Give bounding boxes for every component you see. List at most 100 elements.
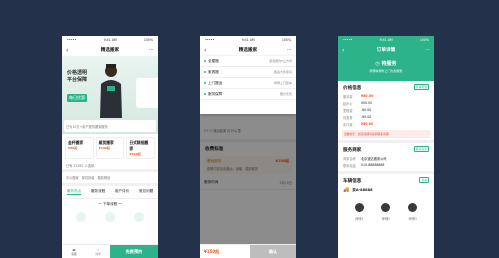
tag-row: 平价搬家 家具拆装 搬前规划: [62, 172, 158, 183]
status-bar: ••••• 9:41 AM 100%: [62, 36, 158, 44]
back-icon[interactable]: ‹: [342, 47, 344, 54]
step-icon: [75, 212, 86, 222]
book-button[interactable]: 免费预约: [110, 245, 158, 258]
clock: 9:41 AM: [103, 38, 117, 42]
crew-member[interactable]: 师傅2: [381, 197, 391, 221]
option-item[interactable]: 家具搬 搬运大件家具: [200, 67, 296, 78]
page-title: 精选搬家: [100, 48, 120, 53]
crew-member[interactable]: 师傅3: [408, 197, 418, 221]
option-item[interactable]: 上门搬运 师傅上门装车: [200, 78, 296, 89]
bullet-icon: [204, 59, 206, 62]
overlay-mask[interactable]: [200, 114, 296, 258]
step-icon: [104, 212, 115, 222]
more-icon[interactable]: ⋯: [425, 47, 430, 53]
nav-bar: ‹ 精选搬家 ⋯: [62, 44, 158, 56]
back-icon[interactable]: ‹: [204, 47, 206, 54]
hero-slogan: 价格透明 平台保障: [67, 70, 88, 83]
status-bar: ••••• 9:41 AM 100%: [338, 36, 434, 44]
service-card[interactable]: 厢货搬家 ¥199起: [95, 137, 125, 159]
plate-number: 京A-88888: [352, 187, 373, 192]
notice: 温馨提示：如需改期请提前联系客服: [342, 130, 430, 138]
bottom-bar: ☎ 客服 ⇪ 分享 免费预约: [62, 244, 158, 258]
vehicle-header: 车辆信息 查看: [338, 174, 434, 186]
avatar: [381, 203, 391, 212]
merchant-header: 服务商家 联系商家: [338, 143, 434, 155]
tag: 搬前规划: [97, 176, 111, 180]
battery: 100%: [281, 38, 291, 42]
price-row: 实付款 ¥80.00: [343, 122, 374, 127]
battery: 100%: [419, 38, 429, 42]
price-header: 价格信息 查看明细: [338, 81, 434, 93]
more-icon[interactable]: ⋯: [149, 47, 154, 53]
page-title: 订单详情: [376, 48, 396, 53]
more-icon[interactable]: ⋯: [287, 47, 292, 53]
confirm-button[interactable]: 确认: [250, 245, 296, 258]
hero-strip: 已为10万+用户提供搬家服务: [64, 120, 156, 132]
process-icons: [62, 210, 158, 224]
price-title: 价格信息: [343, 86, 362, 91]
clock: 9:41 AM: [241, 38, 255, 42]
tab-reviews[interactable]: 用户评价: [115, 189, 129, 195]
hero-badge: 每日优惠: [67, 94, 87, 102]
total: ¥150起: [204, 248, 220, 254]
status-banner: ◷ 待服务 师傅将按时上门为您服务: [338, 56, 434, 81]
van-illustration-icon: [136, 78, 158, 108]
merchant-row: 商家名称 北京速达搬家公司: [343, 157, 387, 161]
merchant-row: 联系电话 010-88888888: [343, 163, 385, 168]
truck-icon: 🚚: [343, 187, 350, 193]
clock: 9:41 AM: [379, 38, 393, 42]
phone-order-detail: ••••• 9:41 AM 100% ‹ 订单详情 ⋯ ◷ 待服务 师傅将按时上…: [338, 36, 434, 258]
back-icon[interactable]: ‹: [66, 47, 68, 54]
nav-bar: ‹ 精选搬家 ⋯: [200, 44, 296, 56]
tab-process[interactable]: 服务流程: [91, 189, 105, 195]
user-count-row: 已有 23587 人选择: [66, 164, 95, 168]
merchant-title: 服务商家: [343, 148, 362, 153]
avatar: [354, 203, 364, 212]
vehicle-title: 车辆信息: [343, 179, 362, 184]
nav-bar: ‹ 订单详情 ⋯: [338, 44, 434, 56]
phone-option-sheet: ••••• 9:41 AM 100% ‹ 精选搬家 ⋯ 2个人·搬运距离 约10…: [200, 36, 296, 258]
price-row: 里程费 -¥0.00: [343, 108, 372, 113]
carrier: •••••: [67, 38, 77, 42]
option-item[interactable]: 服务保障 赔付无忧: [200, 89, 296, 100]
price-row: 优惠券 -¥0.00: [343, 115, 372, 120]
option-sheet: 全屋搬 装载量约5立方米 家具搬 搬运大件家具 上门搬运 师傅上门装车 服务保障…: [200, 56, 296, 114]
tag: 平价搬家: [66, 176, 79, 180]
hero-banner[interactable]: 价格透明 平台保障 每日优惠 已为10万+用户提供搬家服务: [62, 56, 158, 134]
bottom-bar: ¥150起 确认: [200, 244, 296, 258]
share-button[interactable]: ⇪ 分享: [86, 245, 110, 258]
worker-illustration-icon: [100, 64, 122, 118]
section-heading: 一 下单流程 一: [98, 202, 122, 206]
crew-row: 师傅1 师傅2 师傅3: [338, 194, 434, 224]
crew-member[interactable]: 师傅1: [354, 197, 364, 221]
bullet-icon: [204, 70, 206, 73]
page-title: 精选搬家: [238, 48, 258, 53]
battery: 100%: [143, 38, 153, 42]
carrier: •••••: [343, 38, 353, 42]
vehicle-link[interactable]: 查看: [419, 177, 429, 183]
option-item[interactable]: 全屋搬 装载量约5立方米: [200, 56, 296, 67]
bullet-icon: [204, 92, 206, 95]
phone-service-detail: ••••• 9:41 AM 100% ‹ 精选搬家 ⋯ 价格透明 平台保障 每日…: [62, 36, 158, 258]
service-card[interactable]: 金杯搬家 ¥99起: [65, 137, 94, 159]
service-cards: 金杯搬家 ¥99起 厢货搬家 ¥199起 日式精细搬家 ¥299起: [62, 134, 158, 162]
price-row: 服务费 ¥80.00: [343, 94, 374, 99]
service-button[interactable]: ☎ 客服: [62, 245, 86, 258]
tag: 家具拆装: [81, 176, 95, 180]
tab-highlights[interactable]: 服务亮点: [66, 189, 82, 195]
avatar: [408, 203, 418, 212]
order-state: 待服务: [381, 61, 397, 67]
order-state-desc: 师傅将按时上门为您服务: [369, 69, 403, 73]
content-tabs: 服务亮点 服务流程 用户评价 常见问题: [62, 186, 158, 199]
price-detail-link[interactable]: 查看明细: [413, 84, 429, 90]
price-row: 起步价 ¥50.00: [343, 101, 373, 106]
carrier: •••••: [205, 38, 215, 42]
service-card[interactable]: 日式精细搬家 ¥299起: [126, 137, 156, 159]
status-bar: ••••• 9:41 AM 100%: [200, 36, 296, 44]
clock-icon: ◷: [375, 61, 380, 67]
tab-faq[interactable]: 常见问题: [139, 189, 153, 195]
plate-row: 🚚 京A-88888: [338, 186, 434, 194]
step-icon: [134, 212, 145, 222]
bullet-icon: [204, 81, 206, 84]
merchant-link[interactable]: 联系商家: [413, 146, 429, 152]
